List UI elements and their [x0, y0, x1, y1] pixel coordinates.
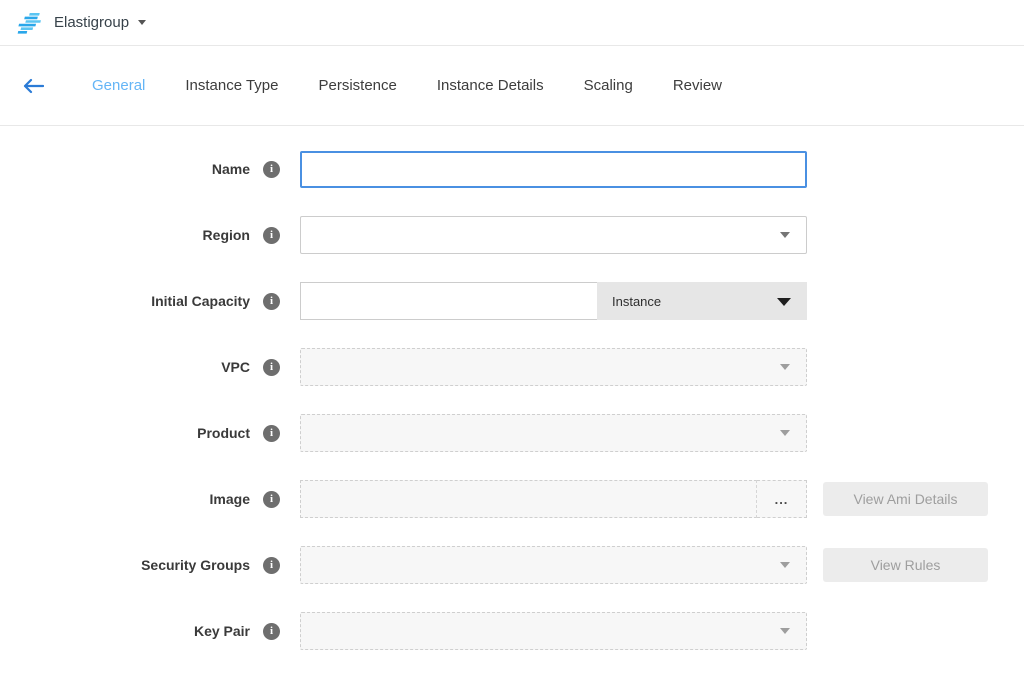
info-icon[interactable]: i [263, 425, 280, 442]
wizard-tab-bar: General Instance Type Persistence Instan… [0, 46, 1024, 126]
capacity-unit-select[interactable]: Instance [597, 282, 807, 320]
dropdown-caret-icon [780, 232, 790, 238]
form-row-security-groups: Security Groups i View Rules [0, 546, 1024, 584]
initial-capacity-label: Initial Capacity [0, 293, 250, 309]
form-row-name: Name i [0, 150, 1024, 188]
general-form: Name i Region i Initial Capacity i Insta… [0, 126, 1024, 650]
info-icon[interactable]: i [263, 557, 280, 574]
dropdown-caret-icon [777, 298, 791, 306]
info-icon[interactable]: i [263, 227, 280, 244]
dropdown-caret-icon [780, 364, 790, 370]
region-label: Region [0, 227, 250, 243]
dropdown-caret-icon [780, 562, 790, 568]
chevron-down-icon[interactable] [138, 20, 146, 25]
name-input[interactable] [300, 151, 807, 188]
wizard-tabs: General Instance Type Persistence Instan… [72, 46, 742, 126]
key-pair-label: Key Pair [0, 623, 250, 639]
info-icon[interactable]: i [263, 293, 280, 310]
tab-instance-type[interactable]: Instance Type [165, 46, 298, 126]
form-row-key-pair: Key Pair i [0, 612, 1024, 650]
image-picker: ... [300, 480, 807, 518]
dropdown-caret-icon [780, 430, 790, 436]
capacity-unit-value: Instance [612, 294, 661, 309]
form-row-product: Product i [0, 414, 1024, 452]
form-row-image: Image i ... View Ami Details [0, 480, 1024, 518]
vpc-label: VPC [0, 359, 250, 375]
tab-persistence[interactable]: Persistence [299, 46, 417, 126]
product-label: Product [0, 425, 250, 441]
initial-capacity-input[interactable] [300, 282, 597, 320]
info-icon[interactable]: i [263, 623, 280, 640]
app-title: Elastigroup [54, 14, 129, 31]
vpc-select [300, 348, 807, 386]
name-label: Name [0, 161, 250, 177]
info-icon[interactable]: i [263, 359, 280, 376]
tab-review[interactable]: Review [653, 46, 742, 126]
tab-general[interactable]: General [72, 46, 165, 126]
region-select[interactable] [300, 216, 807, 254]
security-groups-label: Security Groups [0, 557, 250, 573]
app-header: Elastigroup [0, 0, 1024, 46]
image-picker-field [300, 480, 757, 518]
security-groups-select [300, 546, 807, 584]
image-browse-button[interactable]: ... [757, 480, 807, 518]
product-select [300, 414, 807, 452]
back-arrow-icon[interactable] [20, 73, 46, 99]
info-icon[interactable]: i [263, 161, 280, 178]
key-pair-select [300, 612, 807, 650]
form-row-initial-capacity: Initial Capacity i Instance [0, 282, 1024, 320]
tab-scaling[interactable]: Scaling [564, 46, 653, 126]
tab-instance-details[interactable]: Instance Details [417, 46, 564, 126]
image-label: Image [0, 491, 250, 507]
view-ami-details-button[interactable]: View Ami Details [823, 482, 988, 516]
form-row-region: Region i [0, 216, 1024, 254]
dropdown-caret-icon [780, 628, 790, 634]
form-row-vpc: VPC i [0, 348, 1024, 386]
view-rules-button[interactable]: View Rules [823, 548, 988, 582]
elastigroup-logo-icon [16, 12, 43, 34]
info-icon[interactable]: i [263, 491, 280, 508]
